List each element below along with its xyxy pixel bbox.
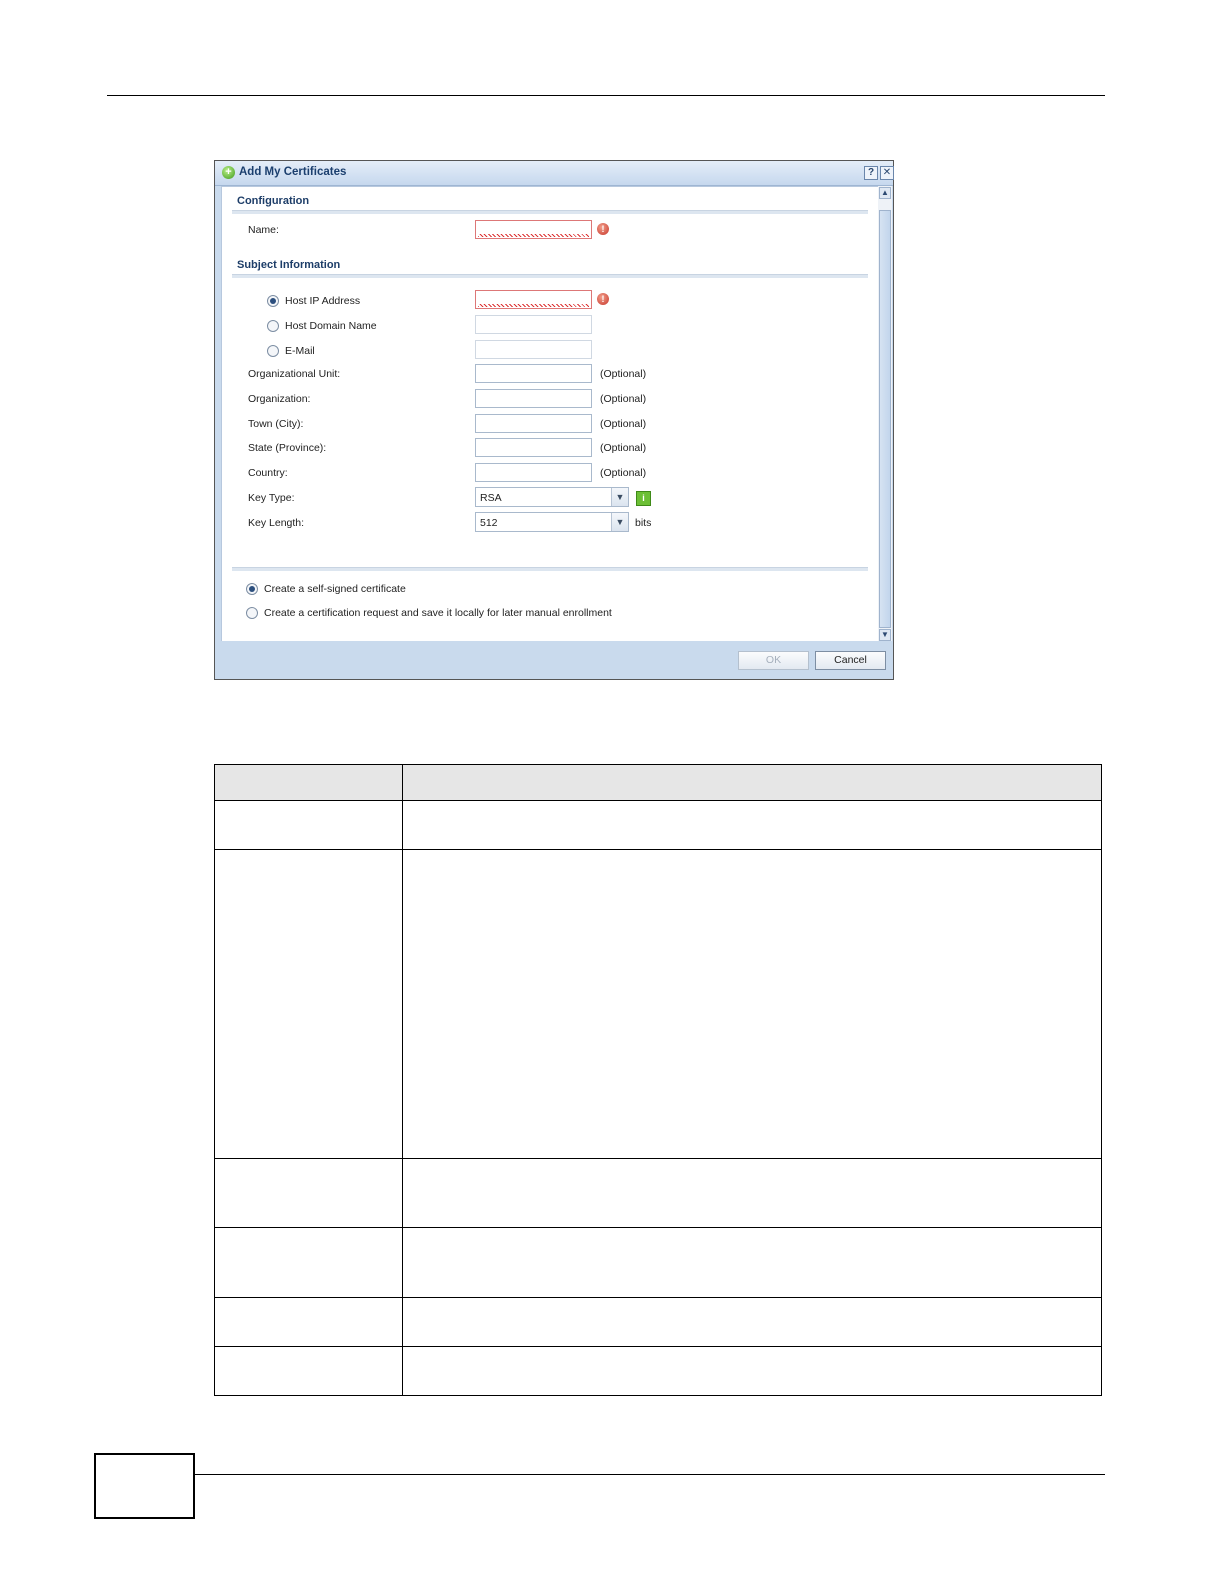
- scrollbar-thumb[interactable]: [879, 210, 891, 628]
- cert-request-label: Create a certification request and save …: [264, 607, 612, 619]
- host-domain-label: Host Domain Name: [285, 320, 377, 332]
- field-description-table: [214, 764, 1102, 1396]
- table-header-row: [214, 764, 1102, 801]
- bits-unit: bits: [635, 517, 652, 529]
- table-row: [214, 1227, 1102, 1298]
- key-type-select[interactable]: RSA ▼: [475, 487, 629, 507]
- optional-note: (Optional): [600, 393, 647, 405]
- table-cell: [214, 1346, 403, 1396]
- organization-label: Organization:: [248, 393, 311, 405]
- chevron-down-icon[interactable]: ▼: [611, 488, 628, 506]
- key-length-select[interactable]: 512 ▼: [475, 512, 629, 532]
- host-domain-input[interactable]: [475, 315, 592, 334]
- scroll-up-icon[interactable]: ▲: [879, 187, 891, 199]
- table-header-cell: [214, 764, 403, 801]
- key-length-label: Key Length:: [248, 517, 305, 529]
- table-cell: [214, 1297, 403, 1347]
- error-icon: !: [597, 223, 609, 235]
- ok-button[interactable]: OK: [738, 651, 809, 670]
- name-input[interactable]: [475, 220, 592, 239]
- cancel-button[interactable]: Cancel: [815, 651, 886, 670]
- table-cell: [214, 1227, 403, 1298]
- table-cell: [402, 1227, 1102, 1298]
- table-row: [214, 1346, 1102, 1396]
- page-number-box: [94, 1453, 195, 1519]
- section-subject-information: Subject Information: [237, 259, 341, 271]
- organization-input[interactable]: [475, 389, 592, 408]
- section-divider: [232, 210, 868, 214]
- table-cell: [402, 1297, 1102, 1347]
- name-label: Name:: [248, 224, 279, 236]
- email-input[interactable]: [475, 340, 592, 359]
- optional-note: (Optional): [600, 467, 647, 479]
- table-cell: [214, 849, 403, 1159]
- table-row: [214, 1158, 1102, 1228]
- country-label: Country:: [248, 467, 288, 479]
- scroll-down-icon[interactable]: ▼: [879, 629, 891, 641]
- dialog-content: Configuration Name: ! Subject Informatio…: [221, 186, 879, 644]
- optional-note: (Optional): [600, 418, 647, 430]
- host-domain-radio[interactable]: [267, 320, 279, 332]
- footer-rule: [193, 1474, 1105, 1475]
- table-cell: [402, 1158, 1102, 1228]
- header-rule: [107, 95, 1105, 96]
- self-signed-radio[interactable]: [246, 583, 258, 595]
- org-unit-input[interactable]: [475, 364, 592, 383]
- table-cell: [402, 849, 1102, 1159]
- email-label: E-Mail: [285, 345, 315, 357]
- table-row: [214, 1297, 1102, 1347]
- dialog-titlebar: + Add My Certificates ? ✕: [215, 161, 894, 186]
- table-cell: [214, 800, 403, 850]
- org-unit-label: Organizational Unit:: [248, 368, 341, 380]
- table-cell: [402, 1346, 1102, 1396]
- optional-note: (Optional): [600, 368, 647, 380]
- dialog-footer: OK Cancel: [215, 641, 893, 679]
- close-icon[interactable]: ✕: [880, 166, 894, 180]
- town-input[interactable]: [475, 414, 592, 433]
- chevron-down-icon[interactable]: ▼: [611, 513, 628, 531]
- self-signed-label: Create a self-signed certificate: [264, 583, 406, 595]
- table-cell: [214, 1158, 403, 1228]
- add-my-certificates-dialog: + Add My Certificates ? ✕ Configuration …: [214, 160, 894, 680]
- email-radio[interactable]: [267, 345, 279, 357]
- country-input[interactable]: [475, 463, 592, 482]
- error-icon: !: [597, 293, 609, 305]
- host-ip-radio[interactable]: [267, 295, 279, 307]
- optional-note: (Optional): [600, 442, 647, 454]
- section-configuration: Configuration: [237, 195, 310, 207]
- dialog-title: Add My Certificates: [239, 166, 347, 178]
- key-length-value: 512: [480, 517, 498, 529]
- host-ip-input[interactable]: [475, 290, 592, 309]
- state-input[interactable]: [475, 438, 592, 457]
- cert-request-radio[interactable]: [246, 607, 258, 619]
- help-icon[interactable]: ?: [864, 166, 878, 180]
- host-ip-label: Host IP Address: [285, 295, 361, 307]
- state-label: State (Province):: [248, 442, 327, 454]
- section-divider: [232, 274, 868, 278]
- town-label: Town (City):: [248, 418, 304, 430]
- table-cell: [402, 800, 1102, 850]
- section-divider: [232, 567, 868, 571]
- table-header-cell: [402, 764, 1102, 801]
- key-type-value: RSA: [480, 492, 502, 504]
- vertical-scrollbar[interactable]: ▲ ▼: [878, 186, 892, 642]
- info-icon[interactable]: i: [636, 491, 651, 506]
- table-row: [214, 849, 1102, 1159]
- table-row: [214, 800, 1102, 850]
- key-type-label: Key Type:: [248, 492, 295, 504]
- add-icon: +: [222, 166, 235, 179]
